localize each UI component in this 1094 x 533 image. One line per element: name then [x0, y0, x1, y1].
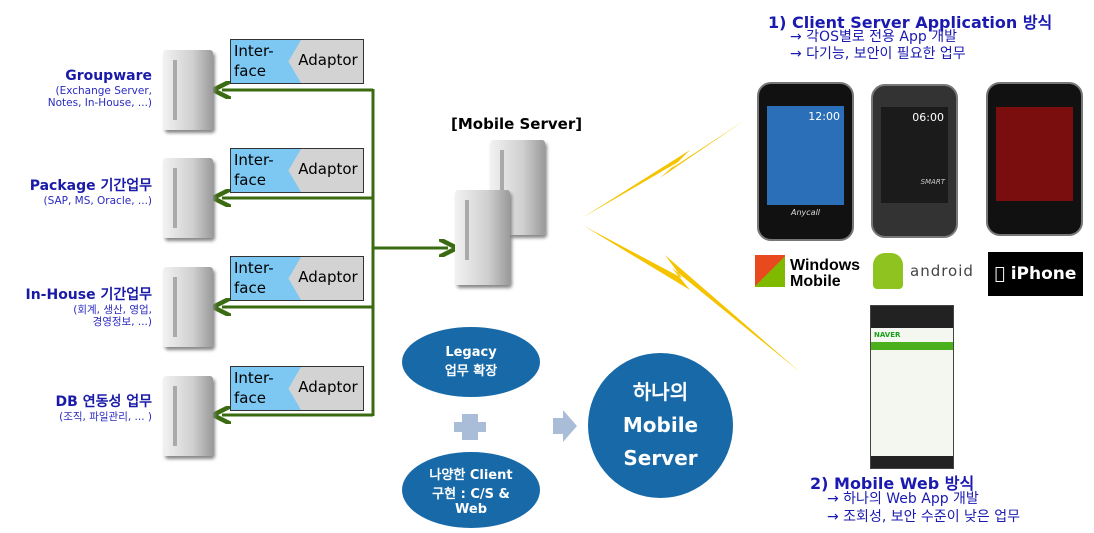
interface-label: Inter-face	[231, 257, 301, 300]
system-title: Package 기간업무	[29, 178, 152, 194]
adaptor-label: Adaptor	[298, 51, 358, 69]
adaptor-label: Adaptor	[298, 268, 358, 286]
iphone-logo:  iPhone	[988, 252, 1083, 296]
system-sub: (SAP, MS, Oracle, ...)	[43, 195, 153, 207]
mobile-server-icon	[455, 190, 510, 285]
windows-logo-icon	[755, 255, 785, 287]
interface-adaptor: Inter-face Adaptor	[230, 148, 364, 193]
system-sub: (회계, 생산, 영업,	[73, 304, 152, 316]
interface-adaptor: Inter-face Adaptor	[230, 366, 364, 411]
system-sub: 경영정보, ...)	[92, 316, 152, 328]
system-db: DB 연동성 업무 (조직, 파일관리, ... )	[56, 394, 152, 423]
system-package: Package 기간업무 (SAP, MS, Oracle, ...)	[30, 178, 152, 207]
arrow-right-icon	[553, 410, 577, 442]
adaptor-label: Adaptor	[298, 378, 358, 396]
android-robot-icon	[873, 253, 903, 289]
server-icon	[163, 50, 213, 130]
server-icon	[163, 376, 213, 456]
apple-icon: 	[995, 264, 1005, 284]
mobile-server-label: [Mobile Server]	[451, 115, 583, 133]
interface-adaptor: Inter-face Adaptor	[230, 39, 364, 84]
mobile-web-screenshot: NAVER	[870, 305, 954, 469]
system-sub: (조직, 파일관리, ... )	[59, 411, 152, 423]
system-title: Groupware	[65, 68, 152, 84]
server-icon	[163, 267, 213, 347]
lightning-bolt-1	[582, 120, 745, 218]
web-points: → 하나의 Web App 개발 → 조회성, 보안 수준이 낮은 업무	[827, 491, 1020, 525]
adaptor-label: Adaptor	[298, 160, 358, 178]
windows-mobile-logo: Windows Mobile	[790, 257, 861, 290]
phone-windows-mobile: 12:00 Anycall	[757, 82, 854, 241]
system-title: DB 연동성 업무	[55, 394, 152, 410]
system-inhouse: In-House 기간업무 (회계, 생산, 영업, 경영정보, ...)	[25, 287, 152, 328]
interface-label: Inter-face	[231, 149, 301, 192]
legacy-ellipse: Legacy 업무 확장	[402, 327, 540, 397]
system-groupware: Groupware (Exchange Server, Notes, In-Hous…	[48, 68, 152, 109]
system-sub: Notes, In-House, ...)	[47, 97, 152, 109]
server-icon	[163, 158, 213, 238]
interface-adaptor: Inter-face Adaptor	[230, 256, 364, 301]
system-title: In-House 기간업무	[25, 287, 152, 303]
cs-points: → 각OS별로 전용 App 개발 → 다기능, 보안이 필요한 업무	[790, 29, 966, 62]
interface-label: Inter-face	[231, 367, 301, 410]
lightning-bolt-2	[584, 226, 800, 372]
system-sub: (Exchange Server,	[55, 85, 152, 97]
hub-circle: 하나의 Mobile Server	[588, 353, 733, 498]
phone-iphone	[986, 82, 1083, 236]
client-ellipse: 나양한 Client 구현 : C/S & Web	[402, 452, 540, 528]
plus-icon	[454, 414, 486, 440]
phone-android: 06:00 SMART	[871, 84, 958, 238]
interface-label: Inter-face	[231, 40, 301, 83]
android-logo: android	[910, 262, 974, 280]
